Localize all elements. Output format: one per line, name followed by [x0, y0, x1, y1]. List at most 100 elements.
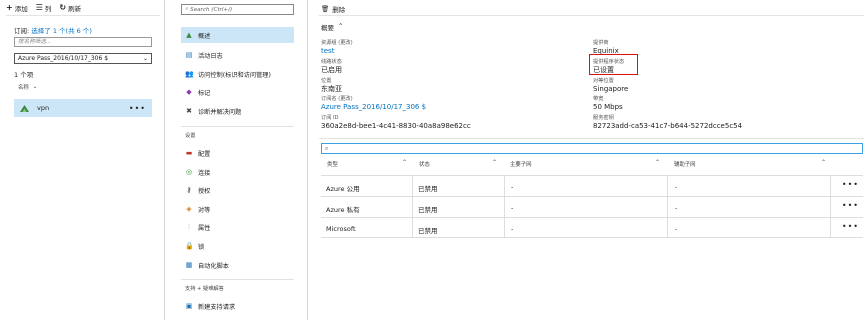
menu-item-locks[interactable]: 🔒 锁 [181, 238, 294, 254]
more-options-icon[interactable]: ••• [842, 180, 859, 189]
name-filter-input[interactable]: 按名称筛选... [14, 37, 152, 47]
column-header-status[interactable]: 状态 [419, 160, 430, 168]
chevron-down-icon: ⌄ [142, 55, 148, 62]
subscription-prefix: 订阅: [14, 27, 30, 35]
key-icon: ⚷ [186, 186, 192, 194]
menu-item-overview[interactable]: ▲ 概述 [181, 27, 294, 43]
activity-log-icon: ▤ [185, 51, 193, 59]
columns-button[interactable]: ☰ 列 [36, 3, 52, 13]
toolbar-divider [319, 15, 864, 16]
peering-status: 已禁用 [418, 227, 438, 235]
prop-value: 50 Mbps [593, 103, 623, 111]
search-icon: ⌕ [325, 144, 329, 152]
essentials-label: 概要 [321, 24, 334, 32]
menu-search-placeholder: Search (Ctrl+/) [190, 6, 233, 13]
secondary-subnet: - [675, 225, 678, 233]
menu-item-diagnose[interactable]: ✖ 诊断并解决问题 [181, 103, 294, 119]
columns-button-label: 列 [44, 4, 52, 13]
table-row[interactable]: Azure 公用 已禁用 - - ••• [321, 175, 863, 196]
prop-peering-location: 对等位置 Singapore [593, 78, 628, 93]
menu-item-label: 连接 [198, 169, 211, 177]
prop-circuit-status: 线路状态 已启用 [321, 59, 342, 74]
more-options-icon[interactable]: ••• [842, 222, 859, 231]
resource-menu-blade: ⌕ Search (Ctrl+/) ▲ 概述 ▤ 活动日志 👥 访问控制(标识和… [166, 0, 308, 320]
table-row[interactable]: Azure 私有 已禁用 - - ••• [321, 196, 863, 217]
column-divider [667, 175, 668, 238]
menu-item-access-control[interactable]: 👥 访问控制(标识和访问管理) [181, 66, 294, 82]
menu-item-label: 配置 [198, 150, 211, 158]
name-column-header[interactable]: 名称 ⌄ [18, 83, 37, 91]
sort-icon[interactable]: ⌃ [821, 159, 826, 166]
essentials-divider [319, 138, 864, 139]
highlight-box [589, 54, 638, 75]
menu-search-input[interactable]: ⌕ Search (Ctrl+/) [181, 4, 294, 15]
column-divider [412, 175, 413, 238]
menu-item-label: 活动日志 [198, 52, 223, 60]
prop-label: 订阅名 (更改) [321, 96, 353, 102]
item-count: 1 个项 [14, 71, 34, 79]
menu-item-tags[interactable]: ◆ 标记 [181, 84, 294, 100]
more-options-icon[interactable]: ••• [129, 104, 146, 113]
menu-item-label: 授权 [198, 187, 211, 195]
menu-item-automation-script[interactable]: ▦ 自动化脚本 [181, 257, 294, 273]
secondary-subnet: - [675, 204, 678, 212]
prop-value: 360a2e8d-bee1-4c41-8830-40a8a98e62cc [321, 122, 471, 130]
prop-subscription-id: 订阅 ID 360a2e8d-bee1-4c41-8830-40a8a98e62… [321, 115, 471, 130]
column-header-secondary-subnet[interactable]: 辅助子网 [674, 160, 696, 168]
prop-label: 位置 [321, 78, 332, 84]
column-divider [830, 175, 831, 238]
peering-status: 已禁用 [418, 185, 438, 193]
essentials-toggle[interactable]: 概要 ⌃ [321, 22, 343, 32]
primary-subnet: - [511, 204, 514, 212]
menu-divider [181, 279, 294, 280]
menu-item-label: 对等 [198, 206, 211, 214]
overview-icon: ▲ [186, 31, 192, 39]
properties-icon: ⫶ [188, 222, 190, 231]
prop-label: 带宽 [593, 96, 604, 102]
menu-item-properties[interactable]: ⫶ 属性 [181, 219, 294, 235]
menu-item-connections[interactable]: ◎ 连接 [181, 164, 294, 180]
sort-icon[interactable]: ⌃ [655, 159, 660, 166]
column-header-type[interactable]: 类型 [327, 160, 338, 168]
primary-subnet: - [511, 183, 514, 191]
menu-item-authorizations[interactable]: ⚷ 授权 [181, 182, 294, 198]
table-row[interactable]: Microsoft 已禁用 - - ••• [321, 217, 863, 238]
prop-provider: 提供商 Equinix [593, 40, 619, 55]
menu-item-peerings[interactable]: ◈ 对等 [181, 201, 294, 217]
menu-item-configuration[interactable]: ▬ 配置 [181, 145, 294, 161]
list-item-vpn[interactable]: vpn ••• [14, 99, 152, 117]
sort-icon[interactable]: ⌃ [492, 159, 497, 166]
prop-value: 已启用 [321, 66, 342, 74]
menu-item-label: 自动化脚本 [198, 262, 229, 270]
tag-icon: ◆ [186, 88, 192, 96]
configuration-icon: ▬ [185, 149, 193, 157]
refresh-button-label: 刷新 [68, 4, 82, 13]
prop-location: 位置 东南亚 [321, 78, 342, 93]
more-options-icon[interactable]: ••• [842, 201, 859, 210]
sort-icon[interactable]: ⌃ [402, 159, 407, 166]
toolbar-divider [6, 15, 160, 16]
prop-value: 东南亚 [321, 85, 342, 93]
refresh-icon: ↻ [59, 2, 67, 12]
resource-group-link[interactable]: test [321, 47, 353, 55]
name-column-label: 名称 [18, 85, 29, 91]
refresh-button[interactable]: ↻ 刷新 [59, 3, 81, 13]
peering-icon: ◈ [186, 205, 192, 213]
menu-item-label: 属性 [198, 224, 211, 232]
subscription-link[interactable]: 选择了 1 个(共 6 个) [31, 27, 92, 35]
subscription-name-link[interactable]: Azure Pass_2016/10/17_306 $ [321, 103, 426, 111]
subscription-select[interactable]: Azure Pass_2016/10/17_306 $ ⌄ [14, 53, 152, 64]
column-header-primary-subnet[interactable]: 主要子网 [510, 160, 532, 168]
add-button[interactable]: + 添加 [6, 3, 28, 13]
diagnose-icon: ✖ [186, 107, 192, 115]
chevron-down-icon: ⌄ [32, 84, 38, 90]
menu-item-activity-log[interactable]: ▤ 活动日志 [181, 47, 294, 63]
prop-service-key: 服务密钥 82723add-ca53-41c7-b644-5272dcce5c5… [593, 115, 742, 130]
list-toolbar: + 添加 ☰ 列 ↻ 刷新 [0, 0, 164, 15]
peerings-filter-input[interactable]: ⌕ [321, 143, 863, 154]
prop-subscription-name: 订阅名 (更改) Azure Pass_2016/10/17_306 $ [321, 96, 426, 111]
menu-item-new-support-request[interactable]: ▣ 新建支持请求 [181, 298, 294, 314]
peering-status: 已禁用 [418, 206, 438, 214]
delete-button[interactable]: 🗑 删除 [321, 4, 345, 14]
menu-item-label: 访问控制(标识和访问管理) [198, 71, 271, 79]
